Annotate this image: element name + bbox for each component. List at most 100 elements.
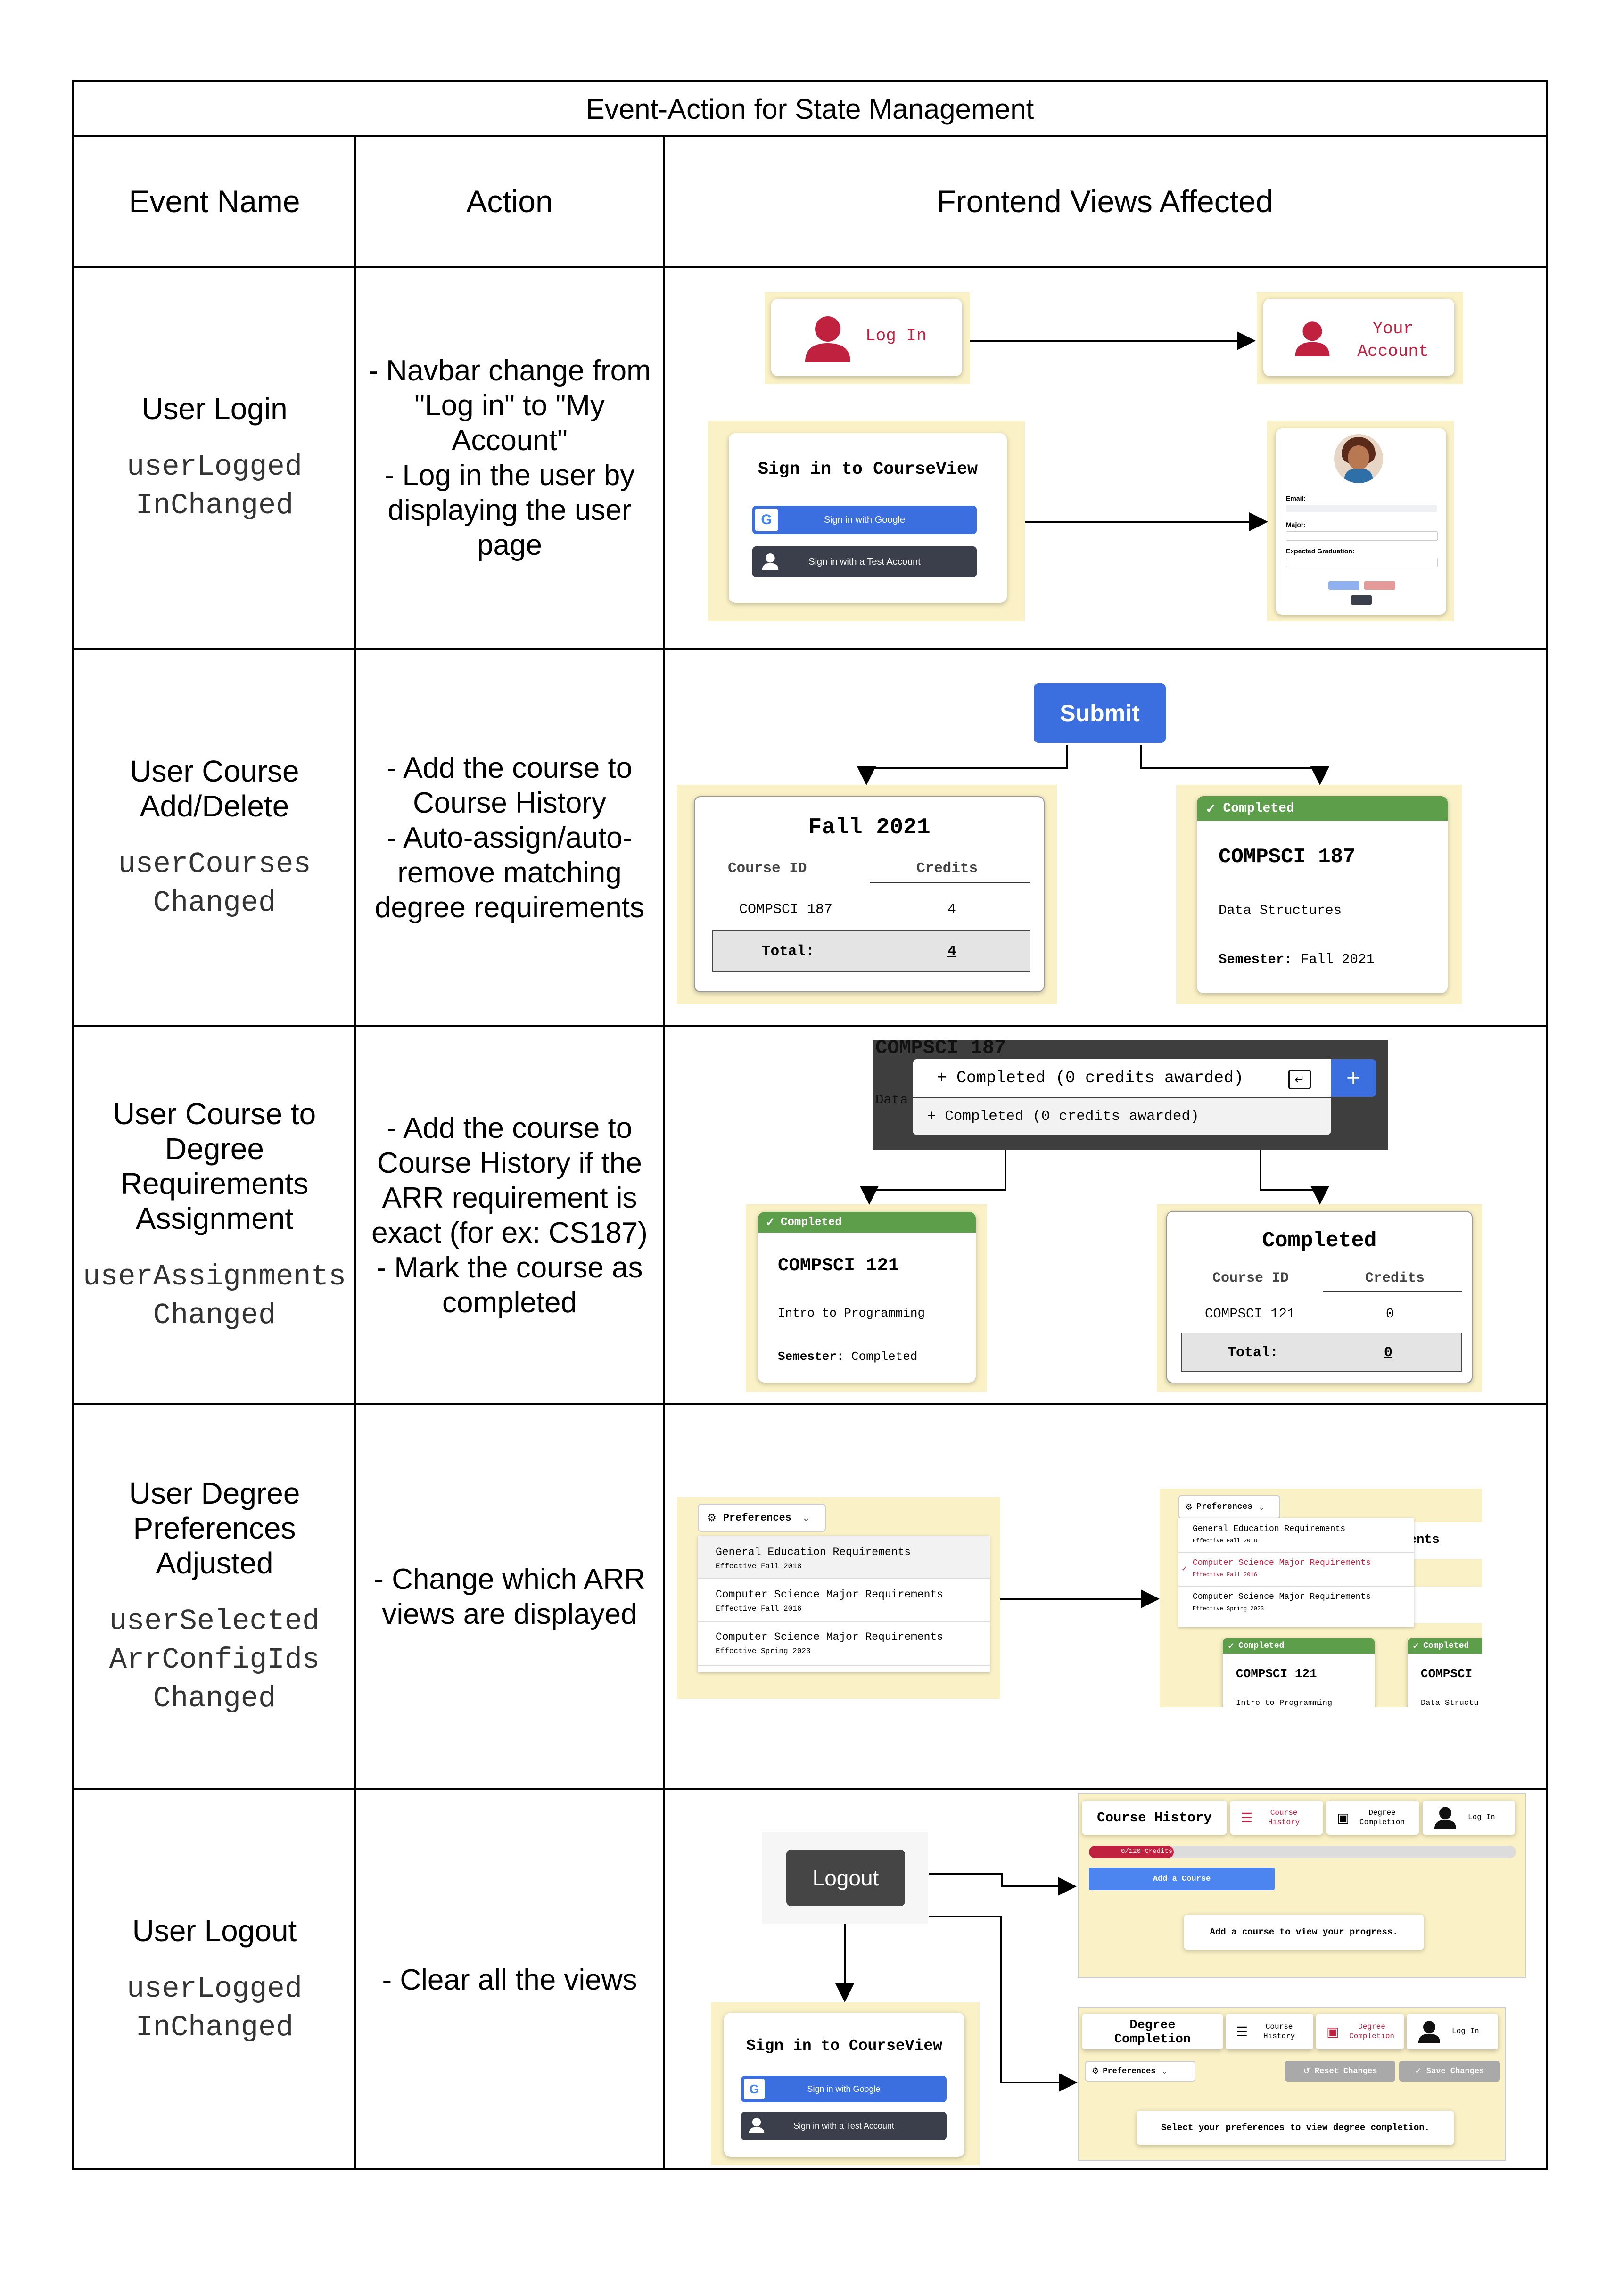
- nav-degree-title: Degree Completion: [1082, 2014, 1223, 2049]
- semester-label: Semester:: [778, 1350, 844, 1364]
- submit-button[interactable]: Submit: [1034, 683, 1166, 743]
- preference-name: Computer Science Major Requirements: [716, 1631, 944, 1643]
- your-account-button[interactable]: Your Account: [1263, 299, 1454, 376]
- completed-badge: ✓ Completed: [1223, 1638, 1375, 1654]
- column-header-course-id: Course ID: [728, 860, 807, 877]
- event-name-line: User Course: [130, 754, 299, 788]
- course-description: Intro to Programming: [778, 1306, 925, 1320]
- event-name: User Degree Preferences Adjusted: [129, 1476, 300, 1580]
- list-item[interactable]: Computer Science Major Requirements Effe…: [1178, 1587, 1414, 1620]
- chevron-down-icon: ⌄: [801, 1512, 811, 1523]
- event-variable: userCourses Changed: [118, 845, 311, 922]
- action-line: Account": [451, 424, 568, 457]
- event-name-line: Add/Delete: [140, 789, 289, 823]
- total-row: Total: 4: [712, 930, 1030, 972]
- preferences-dropdown[interactable]: ⚙ Preferences ⌄: [1085, 2061, 1195, 2082]
- event-name-line: Requirements: [120, 1167, 309, 1201]
- chevron-down-icon: ⌄: [1258, 1502, 1266, 1512]
- list-item[interactable]: ✓ Computer Science Major Requirements Ef…: [1178, 1553, 1414, 1587]
- nav-degree-completion[interactable]: ▣ Degree Completion: [1316, 2014, 1404, 2049]
- event-variable-line: userLogged: [126, 450, 303, 484]
- submit-label: Submit: [1060, 700, 1140, 726]
- background-course-description: Data: [875, 1092, 908, 1108]
- list-item[interactable]: General Education Requirements Effective…: [1178, 1518, 1414, 1553]
- action-line: - Mark the course as: [376, 1251, 643, 1284]
- add-assignment-button[interactable]: +: [1331, 1059, 1376, 1097]
- completed-badge-label: Completed: [1423, 1641, 1469, 1651]
- course-card-121: ✓ Completed COMPSCI 121 Intro to Program…: [1223, 1638, 1375, 1707]
- preferences-dropdown[interactable]: ⚙ Preferences ⌄: [1178, 1495, 1280, 1519]
- google-signin-button[interactable]: G Sign in with Google: [741, 2076, 947, 2102]
- list-item[interactable]: Computer Science Major Requirements Effe…: [698, 1622, 990, 1666]
- check-icon: ✓: [766, 1216, 775, 1229]
- your-account-line: Account: [1357, 342, 1429, 361]
- logout-button[interactable]: Logout: [786, 1850, 905, 1906]
- user-icon: [805, 316, 850, 362]
- nav-login[interactable]: Log In: [1423, 1801, 1515, 1835]
- major-select[interactable]: [1286, 531, 1438, 541]
- logout-screenshot: Logout: [762, 1832, 928, 1924]
- test-account-button[interactable]: Sign in with a Test Account: [752, 546, 977, 577]
- semester-label: Semester:: [1219, 952, 1293, 967]
- action-cell-course-add: - Add the course to Course History - Aut…: [355, 650, 664, 1026]
- user-icon: [1434, 1807, 1457, 1829]
- assignment-select-input[interactable]: + Completed (0 credits awarded) ↵: [913, 1059, 1331, 1097]
- action-line: - Add the course to: [387, 751, 633, 784]
- preferences-dropdown[interactable]: ⚙ Preferences ⌄: [698, 1504, 826, 1532]
- column-header-credits: Credits: [916, 860, 978, 877]
- google-signin-button[interactable]: G Sign in with Google: [752, 506, 977, 534]
- event-variable: userLogged InChanged: [127, 1970, 302, 2047]
- page-title: Degree Completion: [1082, 2018, 1223, 2047]
- assignment-option[interactable]: + Completed (0 credits awarded): [913, 1098, 1331, 1135]
- user-icon: [762, 553, 779, 570]
- nav-degree-completion[interactable]: ▣ Degree Completion: [1326, 1801, 1419, 1835]
- action-line: exact (for ex: CS187): [371, 1217, 648, 1249]
- action-line: degree requirements: [374, 891, 645, 924]
- semester-title: Fall 2021: [808, 815, 931, 840]
- nav-login[interactable]: Log In: [1407, 2014, 1498, 2049]
- user-icon: [749, 2118, 765, 2133]
- total-label: Total:: [762, 943, 815, 960]
- nav-course-history[interactable]: ☰ Course History: [1226, 2014, 1313, 2049]
- login-nav-screenshot: Log In: [765, 292, 970, 384]
- preference-effective: Effective Spring 2023: [1193, 1605, 1264, 1612]
- signin-card: Sign in to CourseView G Sign in with Goo…: [724, 2013, 964, 2157]
- event-name: User Course to Degree Requirements Assig…: [113, 1096, 316, 1236]
- account-nav-screenshot: Your Account: [1257, 292, 1463, 384]
- course-card-121: ✓ Completed COMPSCI 121 Intro to Program…: [758, 1212, 976, 1383]
- reset-changes-button[interactable]: ↺ Reset Changes: [1285, 2061, 1395, 2082]
- event-cell-course-add: User Course Add/Delete userCourses Chang…: [74, 650, 355, 1026]
- event-name: User Course Add/Delete: [130, 754, 299, 823]
- email-field[interactable]: [1286, 505, 1437, 512]
- nav-label-line: Course: [1265, 2023, 1293, 2031]
- table-cell-credits: 4: [947, 902, 956, 918]
- test-account-button[interactable]: Sign in with a Test Account: [741, 2112, 947, 2140]
- add-course-button[interactable]: Add a Course: [1089, 1868, 1275, 1890]
- reset-button[interactable]: [1364, 581, 1395, 590]
- your-account-line: Your: [1372, 319, 1414, 338]
- list-item[interactable]: General Education Requirements Effective…: [698, 1536, 990, 1579]
- event-variable-line: userCourses: [118, 847, 311, 881]
- header-action-text: Action: [466, 184, 553, 219]
- action-line: - Navbar change from: [368, 354, 651, 387]
- nav-label-line: History: [1263, 2032, 1295, 2041]
- graduation-select[interactable]: [1286, 558, 1438, 567]
- google-icon: G: [744, 2079, 765, 2099]
- logout-button[interactable]: [1351, 595, 1372, 605]
- total-label: Total:: [1228, 1345, 1279, 1361]
- action-cell-degree-preferences: - Change which ARR views are displayed: [355, 1405, 664, 1789]
- action-line: - Auto-assign/auto-: [387, 821, 633, 854]
- save-button[interactable]: [1328, 581, 1359, 590]
- nav-course-history[interactable]: ☰ Course History: [1230, 1801, 1323, 1835]
- course-card-187: ✓ Completed COMPSCI Data Structu: [1408, 1638, 1482, 1707]
- completed-badge-label: Completed: [1223, 801, 1294, 816]
- login-button[interactable]: Log In: [771, 299, 962, 376]
- preferences-label: Preferences: [1196, 1502, 1252, 1512]
- save-changes-button[interactable]: ✓ Save Changes: [1399, 2061, 1500, 2082]
- nav-label: Degree Completion: [1359, 1808, 1405, 1827]
- progress-label: 0/120 Credits: [1121, 1848, 1173, 1855]
- page-title: Course History: [1097, 1810, 1212, 1826]
- nav-label: Degree Completion: [1349, 2022, 1394, 2041]
- list-item[interactable]: Computer Science Major Requirements Effe…: [698, 1579, 990, 1622]
- event-name-line: Degree: [165, 1132, 264, 1166]
